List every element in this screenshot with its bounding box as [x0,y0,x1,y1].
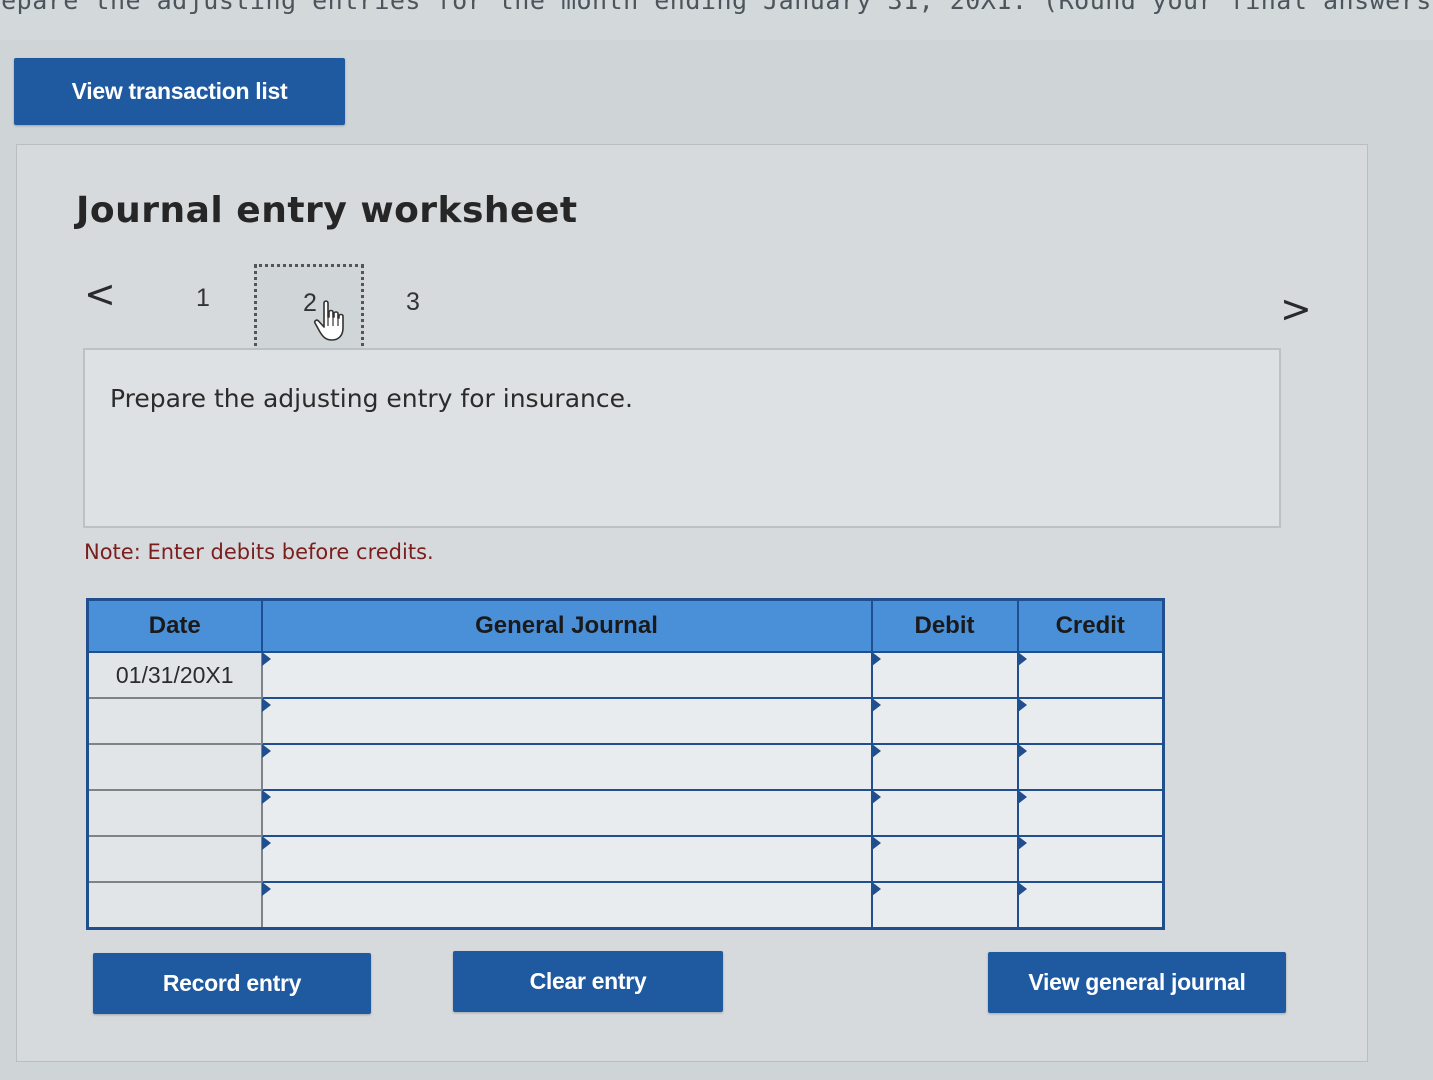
date-cell [86,789,263,837]
dropdown-marker-icon [261,882,271,896]
account-input[interactable] [260,651,873,699]
date-cell [86,743,263,791]
dropdown-marker-icon [261,790,271,804]
debit-input[interactable] [870,697,1019,745]
instruction-text: Prepare the adjusting entry for insuranc… [110,384,633,413]
table-row [86,743,1165,791]
next-arrow-icon[interactable]: > [1280,287,1312,331]
table-row [86,789,1165,837]
worksheet-title: Journal entry worksheet [76,190,578,231]
account-input[interactable] [260,789,873,837]
tab-3[interactable]: 3 [406,288,420,317]
debit-input[interactable] [870,743,1019,791]
column-header-general-journal: General Journal [260,598,873,653]
dropdown-marker-icon [261,652,271,666]
tab-1[interactable]: 1 [196,284,210,313]
account-input[interactable] [260,697,873,745]
dropdown-marker-icon [1017,698,1027,712]
account-input[interactable] [260,835,873,883]
dropdown-marker-icon [871,790,881,804]
clear-entry-button[interactable]: Clear entry [453,951,723,1012]
dropdown-marker-icon [871,698,881,712]
dropdown-marker-icon [1017,790,1027,804]
tab-2[interactable]: 2 [254,264,364,354]
credit-input[interactable] [1016,697,1165,745]
credit-input[interactable] [1016,743,1165,791]
dropdown-marker-icon [1017,652,1027,666]
credit-input[interactable] [1016,789,1165,837]
date-cell [86,881,263,930]
credit-input[interactable] [1016,835,1165,883]
record-entry-button[interactable]: Record entry [93,953,371,1014]
table-row [86,881,1165,930]
date-cell [86,835,263,883]
dropdown-marker-icon [1017,836,1027,850]
date-cell: 01/31/20X1 [86,651,263,699]
table-row [86,835,1165,883]
dropdown-marker-icon [871,882,881,896]
top-instruction-text: Prepare the adjusting entries for the mo… [0,0,1433,15]
debit-input[interactable] [870,789,1019,837]
table-row [86,697,1165,745]
table-header-row: Date General Journal Debit Credit [86,598,1165,653]
view-general-journal-button[interactable]: View general journal [988,952,1286,1013]
entry-note: Note: Enter debits before credits. [84,540,434,564]
dropdown-marker-icon [1017,744,1027,758]
account-input[interactable] [260,881,873,930]
previous-arrow-icon[interactable]: < [84,272,116,316]
journal-entry-table: Date General Journal Debit Credit 01/31/… [86,598,1165,930]
debit-input[interactable] [870,835,1019,883]
dropdown-marker-icon [1017,882,1027,896]
debit-input[interactable] [870,651,1019,699]
column-header-date: Date [86,598,263,653]
top-instruction-strip: Prepare the adjusting entries for the mo… [0,0,1433,40]
hand-pointer-icon [313,300,344,341]
date-cell [86,697,263,745]
dropdown-marker-icon [871,652,881,666]
account-input[interactable] [260,743,873,791]
dropdown-marker-icon [261,744,271,758]
table-row: 01/31/20X1 [86,651,1165,699]
dropdown-marker-icon [871,836,881,850]
dropdown-marker-icon [261,836,271,850]
credit-input[interactable] [1016,881,1165,930]
instruction-box [83,348,1281,528]
view-transaction-list-button[interactable]: View transaction list [14,58,345,125]
dropdown-marker-icon [261,698,271,712]
column-header-credit: Credit [1016,598,1165,653]
dropdown-marker-icon [871,744,881,758]
debit-input[interactable] [870,881,1019,930]
credit-input[interactable] [1016,651,1165,699]
column-header-debit: Debit [870,598,1019,653]
